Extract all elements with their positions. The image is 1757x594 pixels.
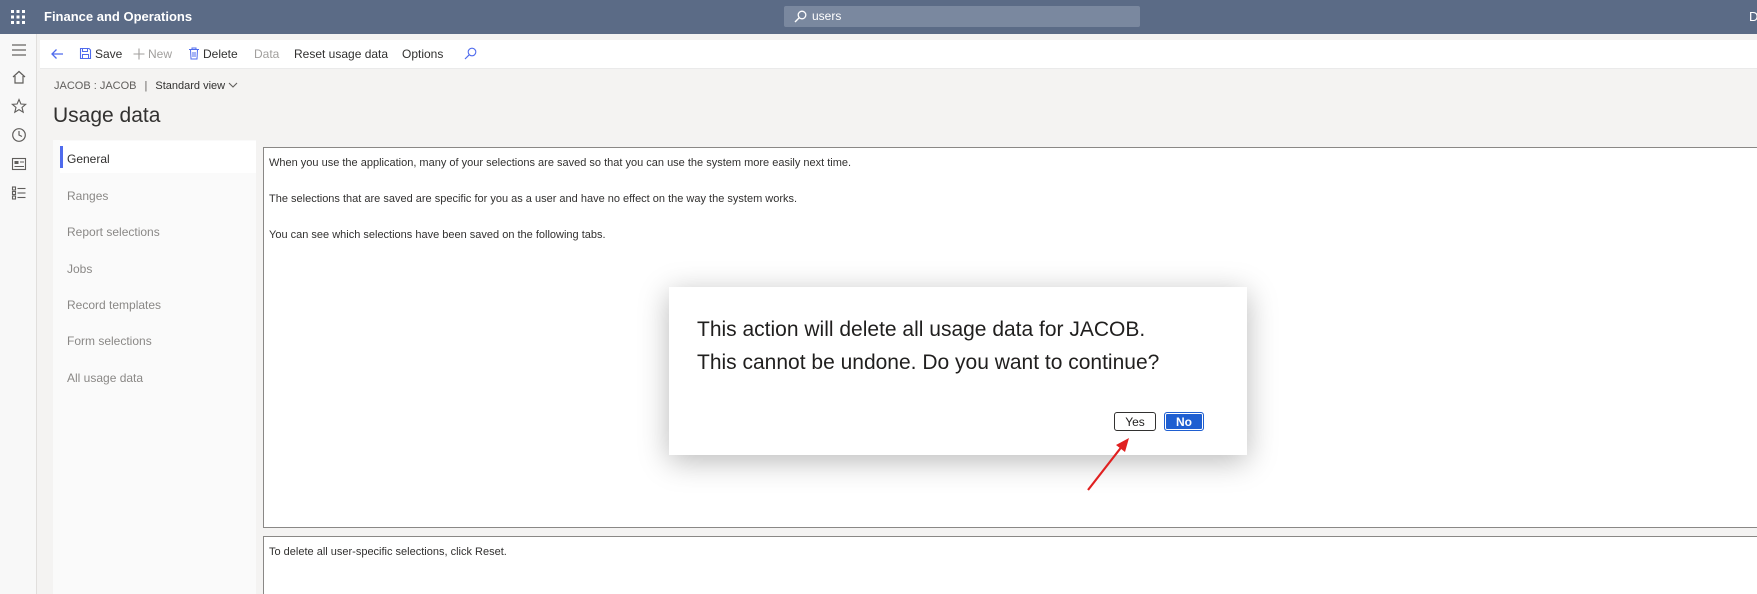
data-button[interactable]: Data	[254, 47, 279, 61]
new-label: New	[148, 47, 173, 61]
page-title: Usage data	[53, 104, 161, 127]
search-value: users	[812, 9, 842, 23]
tab-record-templates[interactable]: Record templates	[67, 298, 161, 312]
top-bar: Finance and Operations users D	[0, 0, 1757, 34]
company-label: JACOB : JACOB	[54, 80, 137, 92]
reset-info-box: To delete all user-specific selections, …	[263, 536, 1757, 594]
plus-icon	[133, 48, 145, 60]
annotation-arrow-icon	[1087, 438, 1129, 491]
workspaces-icon[interactable]	[11, 156, 27, 172]
general-text-2: The selections that are saved are specif…	[269, 193, 798, 205]
general-text-1: When you use the application, many of yo…	[269, 157, 852, 169]
delete-button[interactable]: Delete	[188, 47, 238, 61]
active-tab-indicator	[60, 146, 63, 168]
tab-report-selections[interactable]: Report selections	[67, 225, 160, 239]
no-button[interactable]: No	[1164, 412, 1204, 431]
tab-jobs[interactable]: Jobs	[67, 262, 92, 276]
user-avatar[interactable]: D	[1749, 9, 1757, 24]
clock-icon[interactable]	[11, 127, 27, 143]
global-search-input[interactable]: users	[784, 6, 1140, 27]
search-icon	[794, 10, 807, 23]
back-arrow-icon[interactable]	[50, 47, 64, 61]
yes-button[interactable]: Yes	[1114, 412, 1156, 431]
breadcrumb-separator: |	[144, 80, 148, 92]
tab-ranges[interactable]: Ranges	[67, 189, 108, 203]
action-pane: Save New Delete Data Reset usage data Op…	[40, 40, 1757, 69]
confirm-dialog: This action will delete all usage data f…	[669, 287, 1247, 455]
save-icon	[79, 47, 92, 60]
app-launcher-icon[interactable]	[10, 9, 26, 25]
reset-usage-data-button[interactable]: Reset usage data	[294, 47, 388, 61]
dialog-message-line-2: This cannot be undone. Do you want to co…	[697, 351, 1160, 374]
view-label: Standard view	[155, 80, 226, 92]
chevron-down-icon	[228, 82, 238, 88]
tab-form-selections[interactable]: Form selections	[67, 334, 152, 348]
tab-general[interactable]: General	[67, 152, 110, 166]
save-button[interactable]: Save	[79, 47, 122, 61]
new-button[interactable]: New	[133, 47, 172, 61]
view-selector[interactable]: Standard view	[155, 80, 238, 92]
app-title[interactable]: Finance and Operations	[44, 9, 192, 24]
tabs-panel: General Ranges Report selections Jobs Re…	[53, 140, 256, 594]
search-icon[interactable]	[464, 47, 477, 60]
save-label: Save	[95, 47, 123, 61]
modules-list-icon[interactable]	[11, 185, 27, 201]
tab-all-usage-data[interactable]: All usage data	[67, 371, 143, 385]
star-icon[interactable]	[11, 98, 27, 114]
home-icon[interactable]	[11, 69, 27, 85]
reset-text: To delete all user-specific selections, …	[269, 546, 507, 558]
options-button[interactable]: Options	[402, 47, 443, 61]
dialog-message: This action will delete all usage data f…	[697, 313, 1159, 379]
hamburger-menu-icon[interactable]	[11, 42, 27, 58]
trash-icon	[189, 47, 199, 60]
delete-label: Delete	[203, 47, 238, 61]
general-text-3: You can see which selections have been s…	[269, 229, 606, 241]
breadcrumb: JACOB : JACOB | Standard view	[54, 80, 238, 92]
navigation-rail	[0, 34, 37, 594]
dialog-message-line-1: This action will delete all usage data f…	[697, 318, 1146, 341]
